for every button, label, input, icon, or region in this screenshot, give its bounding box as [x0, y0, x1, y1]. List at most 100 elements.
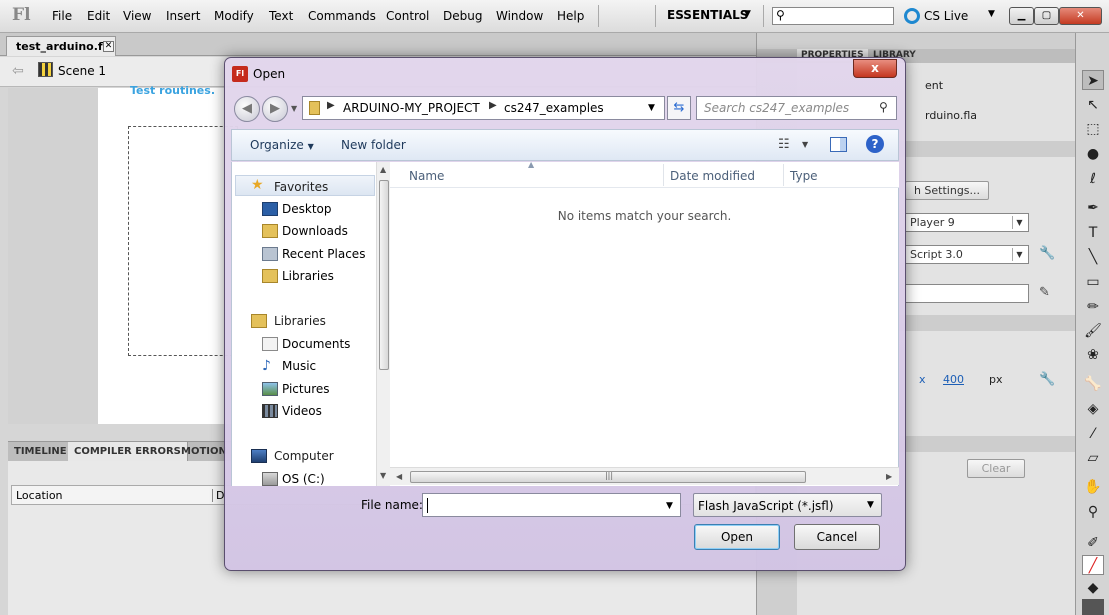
search-icon[interactable]: ⚲: [879, 100, 888, 114]
nav-pane-scroll-thumb[interactable]: [379, 180, 389, 370]
pen-tool-icon[interactable]: ✒: [1082, 198, 1104, 218]
menu-commands[interactable]: Commands: [308, 9, 376, 23]
menu-edit[interactable]: Edit: [87, 9, 110, 23]
menu-insert[interactable]: Insert: [166, 9, 200, 23]
nav-group-computer[interactable]: Computer: [274, 449, 334, 463]
back-arrow-icon[interactable]: ⇦: [12, 63, 24, 79]
column-divider[interactable]: [663, 164, 664, 186]
refresh-button[interactable]: ⇆: [667, 96, 691, 120]
cancel-button[interactable]: Cancel: [794, 524, 880, 550]
breadcrumb-arduino-my-project[interactable]: ARDUINO-MY_PROJECT: [343, 101, 480, 115]
pencil-tool-icon[interactable]: ✏: [1082, 297, 1104, 317]
dialog-close-button[interactable]: x: [853, 59, 897, 78]
organize-button[interactable]: Organize ▼: [250, 138, 314, 152]
file-name-input[interactable]: ▼: [422, 493, 681, 517]
deco-tool-icon[interactable]: ❀: [1082, 345, 1104, 365]
class-input[interactable]: [905, 284, 1029, 303]
lasso-tool-icon[interactable]: ℓ: [1082, 169, 1104, 189]
3d-rotation-tool-icon[interactable]: ●: [1082, 144, 1104, 164]
chevron-down-icon[interactable]: ▼: [802, 140, 808, 149]
address-bar[interactable]: ▶ ARDUINO-MY_PROJECT ▶ cs247_examples ▼: [302, 96, 665, 120]
dialog-search-input[interactable]: Search cs247_examples: [704, 101, 849, 115]
wrench-icon[interactable]: 🔧: [1039, 372, 1055, 387]
tab-compiler-errors[interactable]: COMPILER ERRORS: [68, 442, 188, 462]
column-name[interactable]: Name: [409, 169, 444, 183]
open-button[interactable]: Open: [694, 524, 780, 550]
column-type[interactable]: Type: [790, 169, 818, 183]
wrench-icon[interactable]: 🔧: [1039, 246, 1055, 261]
back-button[interactable]: ◀: [234, 96, 260, 122]
maximize-button[interactable]: ▢: [1034, 7, 1059, 25]
free-transform-tool-icon[interactable]: ⬚: [1082, 119, 1104, 139]
stage-text-box[interactable]: [128, 126, 238, 356]
menu-view[interactable]: View: [123, 9, 151, 23]
nav-item-music[interactable]: Music: [282, 359, 316, 373]
file-type-select[interactable]: Flash JavaScript (*.jsfl) ▼: [693, 493, 882, 517]
line-tool-icon[interactable]: ╲: [1082, 247, 1104, 267]
hand-tool-icon[interactable]: ✋: [1082, 477, 1104, 497]
nav-pane-scrollbar[interactable]: ▲ ▼: [376, 162, 390, 486]
fill-color-swatch[interactable]: [1082, 599, 1104, 615]
eyedropper-tool-icon[interactable]: ⁄: [1082, 424, 1104, 444]
cs-live-button[interactable]: CS Live: [924, 9, 968, 23]
column-location[interactable]: Location: [16, 489, 63, 502]
scroll-left-icon[interactable]: ◀: [396, 472, 402, 481]
window-close-button[interactable]: ✕: [1059, 7, 1102, 25]
column-description[interactable]: D: [212, 489, 224, 502]
nav-item-pictures[interactable]: Pictures: [282, 382, 330, 396]
menu-window[interactable]: Window: [496, 9, 543, 23]
nav-item-desktop[interactable]: Desktop: [282, 202, 332, 216]
recent-locations-chevron-icon[interactable]: ▼: [291, 104, 297, 113]
minimize-button[interactable]: ▁: [1009, 7, 1034, 25]
stage-text-field[interactable]: Test routines.: [130, 84, 215, 97]
bone-tool-icon[interactable]: 🦴: [1082, 374, 1104, 394]
nav-item-os-c[interactable]: OS (C:): [282, 472, 325, 486]
chevron-down-icon[interactable]: ▼: [666, 501, 673, 511]
menu-file[interactable]: File: [52, 9, 72, 23]
eraser-tool-icon[interactable]: ▱: [1082, 448, 1104, 468]
menu-text[interactable]: Text: [269, 9, 293, 23]
player-select[interactable]: Player 9 ▼: [905, 213, 1029, 232]
subselection-tool-icon[interactable]: ↖: [1082, 95, 1104, 115]
file-list-horizontal-scrollbar[interactable]: ◀ ||| ▶: [390, 467, 899, 485]
workspace-switcher[interactable]: ESSENTIALS: [667, 8, 748, 22]
menu-debug[interactable]: Debug: [443, 9, 482, 23]
publish-settings-button[interactable]: h Settings...: [905, 181, 989, 200]
pencil-icon[interactable]: ✎: [1039, 285, 1050, 300]
brush-tool-icon[interactable]: 🖌: [1082, 321, 1104, 341]
cs-live-icon[interactable]: [904, 8, 920, 24]
column-date-modified[interactable]: Date modified: [670, 169, 755, 183]
stroke-color-swatch[interactable]: ╱: [1082, 555, 1104, 575]
chevron-down-icon[interactable]: ▼: [988, 9, 995, 19]
selection-tool-icon[interactable]: ➤: [1082, 70, 1104, 90]
scroll-down-icon[interactable]: ▼: [380, 471, 386, 480]
column-divider[interactable]: [783, 164, 784, 186]
breadcrumb-cs247-examples[interactable]: cs247_examples: [504, 101, 604, 115]
nav-group-libraries[interactable]: Libraries: [274, 314, 326, 328]
new-folder-button[interactable]: New folder: [341, 138, 406, 152]
script-select[interactable]: Script 3.0 ▼: [905, 245, 1029, 264]
close-icon[interactable]: ✕: [103, 41, 114, 52]
clear-button[interactable]: Clear: [967, 459, 1025, 478]
breadcrumb-chevron-icon[interactable]: ▶: [489, 100, 497, 111]
rectangle-tool-icon[interactable]: ▭: [1082, 272, 1104, 292]
menu-control[interactable]: Control: [386, 9, 429, 23]
breadcrumb-chevron-icon[interactable]: ▶: [327, 100, 335, 111]
help-icon[interactable]: ?: [866, 135, 884, 153]
horizontal-scroll-thumb[interactable]: |||: [410, 471, 806, 483]
zoom-tool-icon[interactable]: ⚲: [1082, 502, 1104, 522]
change-view-icon[interactable]: ☷: [778, 137, 790, 152]
nav-item-downloads[interactable]: Downloads: [282, 224, 348, 238]
tab-timeline[interactable]: TIMELINE: [8, 442, 74, 462]
size-x-value[interactable]: 400: [943, 373, 964, 386]
scroll-up-icon[interactable]: ▲: [380, 165, 386, 174]
nav-item-documents[interactable]: Documents: [282, 337, 350, 351]
paint-bucket-tool-icon[interactable]: ◈: [1082, 399, 1104, 419]
preview-pane-icon[interactable]: [830, 137, 847, 152]
nav-group-favorites[interactable]: Favorites: [274, 180, 328, 194]
document-tab[interactable]: test_arduino.fla ✕: [6, 36, 116, 56]
forward-button[interactable]: ▶: [262, 96, 288, 122]
nav-item-libraries-favorite[interactable]: Libraries: [282, 269, 334, 283]
dialog-search-box[interactable]: Search cs247_examples ⚲: [696, 96, 897, 120]
text-tool-icon[interactable]: T: [1082, 223, 1104, 243]
